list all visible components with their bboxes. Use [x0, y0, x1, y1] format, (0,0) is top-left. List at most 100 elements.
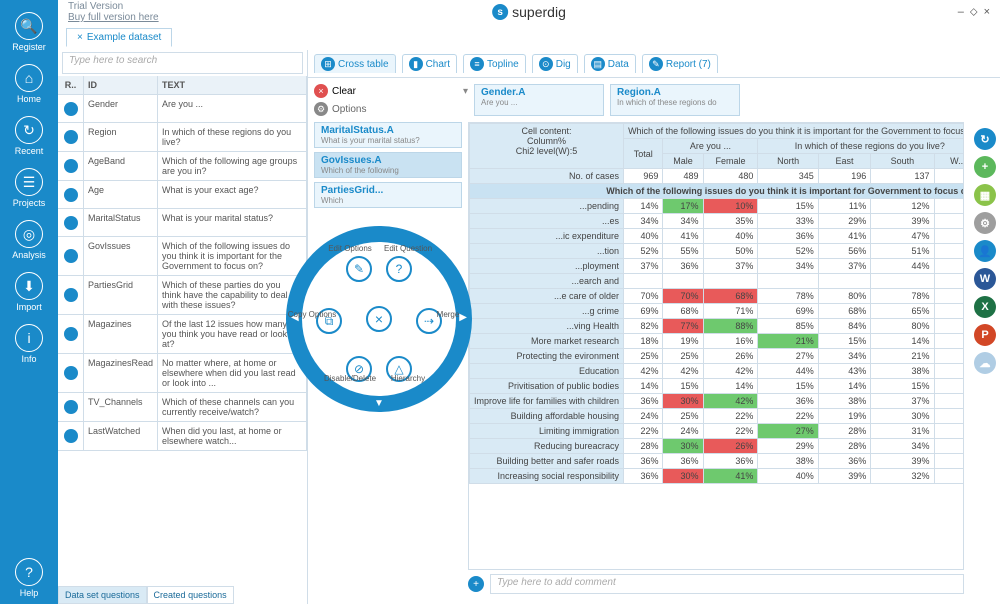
variable-type-icon	[64, 400, 78, 414]
variable-row[interactable]: MagazinesReadNo matter where, at home or…	[58, 354, 307, 393]
brand: s superdig	[492, 4, 566, 20]
rail-info[interactable]: iInfo	[5, 324, 53, 364]
radial-label: Hierarchy	[378, 374, 438, 383]
import-icon: ⬇	[15, 272, 43, 300]
table-row: Reducing bureacracy28%30%26%29%28%34%	[470, 439, 965, 454]
radial-label: Copy Options	[282, 310, 342, 319]
row-label: No. of cases	[470, 169, 624, 184]
row-label: Increasing social responsibility	[470, 469, 624, 484]
row-label: Reducing bureacracy	[470, 439, 624, 454]
table-row: No. of cases969489480345196137	[470, 169, 965, 184]
variable-search-input[interactable]: Type here to search	[62, 52, 303, 74]
recent-icon: ↻	[15, 116, 43, 144]
tab-label: Dig	[556, 59, 571, 70]
variable-row[interactable]: LastWatchedWhen did you last, at home or…	[58, 422, 307, 451]
row-label: Building affordable housing	[470, 409, 624, 424]
tab-cross-table[interactable]: ⊞Cross table	[314, 54, 396, 73]
column-drop-region[interactable]: Region.A In which of these regions do	[610, 84, 740, 116]
radial-arrow-down-icon[interactable]: ▼	[374, 398, 384, 409]
variable-row[interactable]: MaritalStatusWhat is your marital status…	[58, 209, 307, 237]
window-close-button[interactable]: ×	[984, 6, 990, 19]
tool-button-0[interactable]: ↻	[974, 128, 996, 150]
variable-id: Region	[84, 123, 158, 151]
row-label: Limiting immigration	[470, 424, 624, 439]
rail-help[interactable]: ?Help	[5, 558, 53, 598]
home-icon: ⌂	[15, 64, 43, 92]
tool-button-4[interactable]: 👤	[974, 240, 996, 262]
clear-button[interactable]: × Clear ▾	[314, 84, 468, 98]
window-minimize-button[interactable]: –	[958, 6, 964, 19]
radial-close-button[interactable]: ×	[366, 306, 392, 332]
options-button[interactable]: ⚙ Options	[314, 102, 468, 116]
gear-icon: ⚙	[314, 102, 328, 116]
tab-label: Topline	[487, 59, 519, 70]
tab-label: Cross table	[338, 59, 389, 70]
tool-button-1[interactable]: +	[974, 156, 996, 178]
close-icon[interactable]: ×	[77, 32, 83, 43]
row-label: Improve life for families with children	[470, 394, 624, 409]
tool-button-6[interactable]: X	[974, 296, 996, 318]
column-drop-gender[interactable]: Gender.A Are you ...	[474, 84, 604, 116]
tab-report-[interactable]: ✎Report (7)	[642, 54, 718, 73]
tab-topline[interactable]: ≡Topline	[463, 54, 526, 73]
table-row: Increasing social responsibility36%30%41…	[470, 469, 965, 484]
table-row: Protecting the evironment25%25%26%27%34%…	[470, 349, 965, 364]
row-drop-govissues[interactable]: GovIssues.AWhich of the following	[314, 152, 462, 178]
variable-row[interactable]: PartiesGridWhich of these parties do you…	[58, 276, 307, 315]
tool-button-7[interactable]: P	[974, 324, 996, 346]
variables-panel: Type here to search R.. ID TEXT GenderAr…	[58, 50, 308, 604]
row-label: Education	[470, 364, 624, 379]
tab-label: Chart	[426, 59, 450, 70]
radial-context-menu: × ◀ ▶ ▼ ✎Edit Options?Edit Question⧉Copy…	[286, 226, 472, 412]
rail-register[interactable]: 🔍Register	[5, 12, 53, 52]
footer-tab-dataset-questions[interactable]: Data set questions	[58, 586, 147, 604]
variable-row[interactable]: GovIssuesWhich of the following issues d…	[58, 237, 307, 276]
tool-button-8[interactable]: ☁	[974, 352, 996, 374]
add-comment-icon[interactable]: +	[468, 576, 484, 592]
tool-button-5[interactable]: W	[974, 268, 996, 290]
radial-label: Edit Question	[378, 244, 438, 253]
variable-type-icon	[64, 130, 78, 144]
variable-row[interactable]: GenderAre you ...	[58, 95, 307, 123]
variable-row[interactable]: RegionIn which of these regions do you l…	[58, 123, 307, 152]
tab-data[interactable]: ▤Data	[584, 54, 636, 73]
tab-icon: ⊞	[321, 57, 335, 71]
tab-icon: ⊙	[539, 57, 553, 71]
variable-type-icon	[64, 327, 78, 341]
variable-type-icon	[64, 288, 78, 302]
tab-chart[interactable]: ▮Chart	[402, 54, 457, 73]
footer-tab-created-questions[interactable]: Created questions	[147, 586, 234, 604]
cross-table: Cell content:Column%Chi2 level(W):5Which…	[469, 123, 964, 484]
table-row: ...ic expenditure40%41%40%36%41%47%	[470, 229, 965, 244]
rail-recent[interactable]: ↻Recent	[5, 116, 53, 156]
row-label: ...ployment	[470, 259, 624, 274]
comment-input[interactable]: Type here to add comment	[490, 574, 964, 594]
rail-projects[interactable]: ☰Projects	[5, 168, 53, 208]
rail-analysis[interactable]: ◎Analysis	[5, 220, 53, 260]
tab-icon: ✎	[649, 57, 663, 71]
variable-row[interactable]: AgeWhat is your exact age?	[58, 181, 307, 209]
variable-id: GovIssues	[84, 237, 158, 275]
variable-row[interactable]: AgeBandWhich of the following age groups…	[58, 152, 307, 181]
table-row: ...pending14%17%10%15%11%12%	[470, 199, 965, 214]
radial-item-edit-question[interactable]: ?	[386, 256, 412, 282]
buy-link[interactable]: Buy full version here	[68, 12, 159, 23]
tab-dig[interactable]: ⊙Dig	[532, 54, 578, 73]
variable-type-icon	[64, 188, 78, 202]
left-nav-rail: 🔍Register ⌂Home ↻Recent ☰Projects ◎Analy…	[0, 0, 58, 604]
row-drop-maritalstatus[interactable]: MaritalStatus.AWhat is your marital stat…	[314, 122, 462, 148]
search-icon: 🔍	[15, 12, 43, 40]
tool-button-3[interactable]: ⚙	[974, 212, 996, 234]
dataset-tab[interactable]: × Example dataset	[66, 28, 172, 47]
radial-item-edit-options[interactable]: ✎	[346, 256, 372, 282]
row-drop-partiesgrid[interactable]: PartiesGrid...Which	[314, 182, 462, 208]
clear-icon: ×	[314, 84, 328, 98]
rail-import[interactable]: ⬇Import	[5, 272, 53, 312]
table-row: More market research18%19%16%21%15%14%	[470, 334, 965, 349]
variable-row[interactable]: TV_ChannelsWhich of these channels can y…	[58, 393, 307, 422]
tool-button-2[interactable]: ▦	[974, 184, 996, 206]
variable-row[interactable]: MagazinesOf the last 12 issues how many …	[58, 315, 307, 354]
variable-id: Magazines	[84, 315, 158, 353]
rail-home[interactable]: ⌂Home	[5, 64, 53, 104]
window-maximize-button[interactable]: ⬦	[970, 6, 978, 19]
